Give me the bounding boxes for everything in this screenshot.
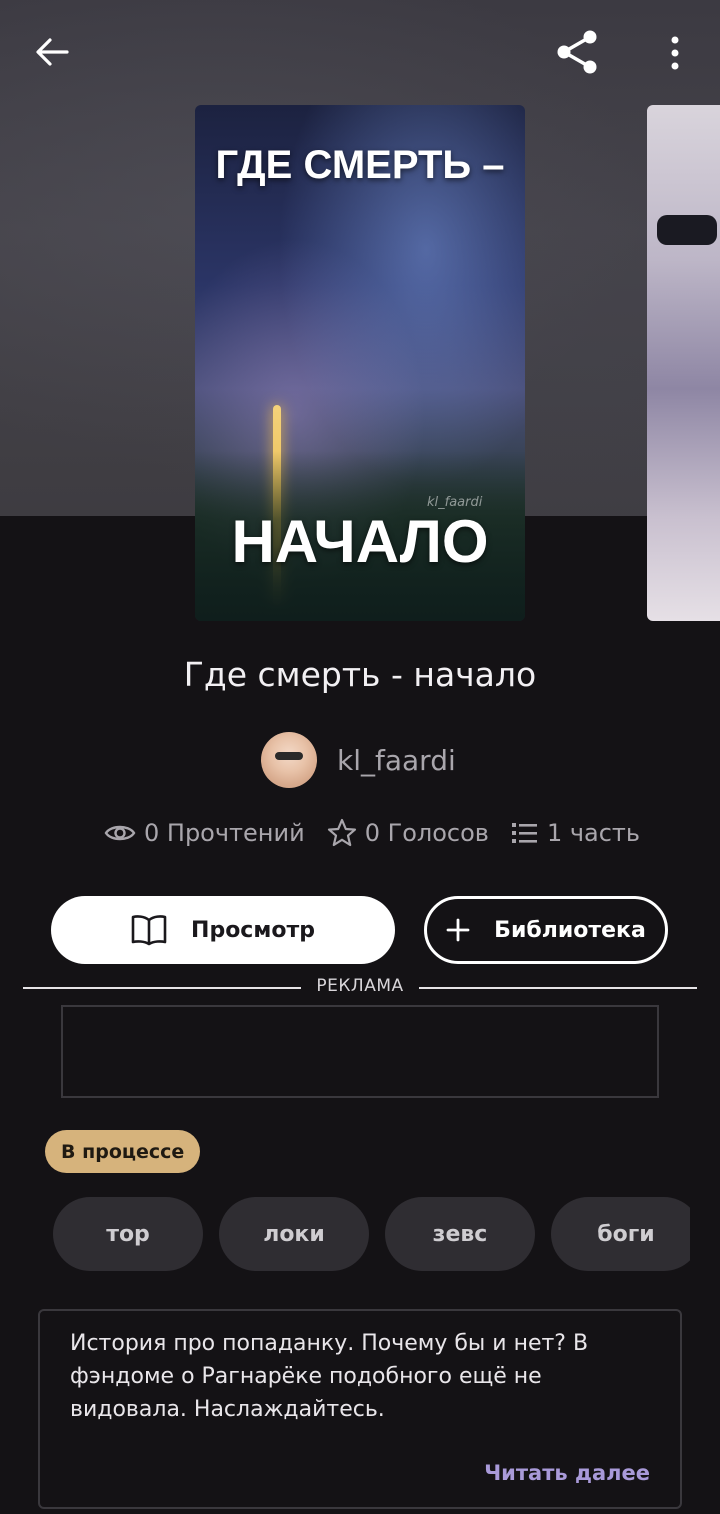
star-icon bbox=[327, 818, 356, 847]
view-button[interactable]: Просмотр bbox=[51, 896, 395, 964]
votes-count: 0 Голосов bbox=[364, 819, 489, 847]
status-badge: В процессе bbox=[45, 1130, 201, 1173]
library-button-label: Библиотека bbox=[494, 917, 646, 943]
book-title: Где смерть - начало bbox=[183, 655, 537, 694]
description-card: История про попаданку. Почему бы и нет? … bbox=[38, 1309, 682, 1509]
share-button[interactable] bbox=[548, 24, 606, 80]
reads-count: 0 Прочтений bbox=[144, 819, 305, 847]
share-icon bbox=[557, 30, 597, 74]
avatar bbox=[261, 732, 317, 788]
more-vertical-icon bbox=[671, 36, 679, 70]
cover-title-bottom: НАЧАЛО bbox=[231, 508, 489, 575]
description-text: История про попаданку. Почему бы и нет? … bbox=[70, 1331, 589, 1422]
tag-chip[interactable]: боги bbox=[551, 1197, 690, 1271]
reads-stat: 0 Прочтений bbox=[104, 819, 305, 847]
author-name: kl_faardi bbox=[337, 743, 456, 777]
list-icon bbox=[511, 823, 537, 843]
arrow-left-icon bbox=[36, 38, 69, 66]
eye-icon bbox=[104, 825, 136, 841]
ad-label: РЕКЛАМА bbox=[316, 976, 404, 996]
parts-stat: 1 часть bbox=[511, 819, 640, 847]
read-more-link[interactable]: Читать далее bbox=[484, 1461, 650, 1485]
parts-count: 1 часть bbox=[546, 819, 641, 847]
next-book-cover[interactable] bbox=[647, 105, 720, 621]
book-open-icon bbox=[131, 915, 167, 946]
more-options-button[interactable] bbox=[654, 26, 696, 80]
tag-chip[interactable]: локи bbox=[219, 1197, 369, 1271]
votes-stat: 0 Голосов bbox=[327, 818, 489, 848]
tag-chip[interactable]: зевс bbox=[385, 1197, 535, 1271]
ad-divider-right bbox=[419, 987, 697, 989]
tag-chip[interactable]: тор bbox=[53, 1197, 203, 1271]
ad-slot[interactable] bbox=[61, 1005, 659, 1098]
book-cover[interactable]: ГДЕ СМЕРТЬ – kl_faardi НАЧАЛО bbox=[195, 105, 525, 621]
cover-title-top: ГДЕ СМЕРТЬ – bbox=[215, 143, 505, 187]
view-button-label: Просмотр bbox=[191, 917, 315, 943]
back-button[interactable] bbox=[24, 28, 80, 76]
plus-icon bbox=[446, 918, 470, 942]
add-to-library-button[interactable]: Библиотека bbox=[424, 896, 668, 964]
tag-list: тор локи зевс боги bbox=[53, 1197, 690, 1271]
author-link[interactable]: kl_faardi bbox=[261, 732, 456, 788]
book-stats: 0 Прочтений 0 Голосов 1 часть bbox=[104, 818, 662, 848]
